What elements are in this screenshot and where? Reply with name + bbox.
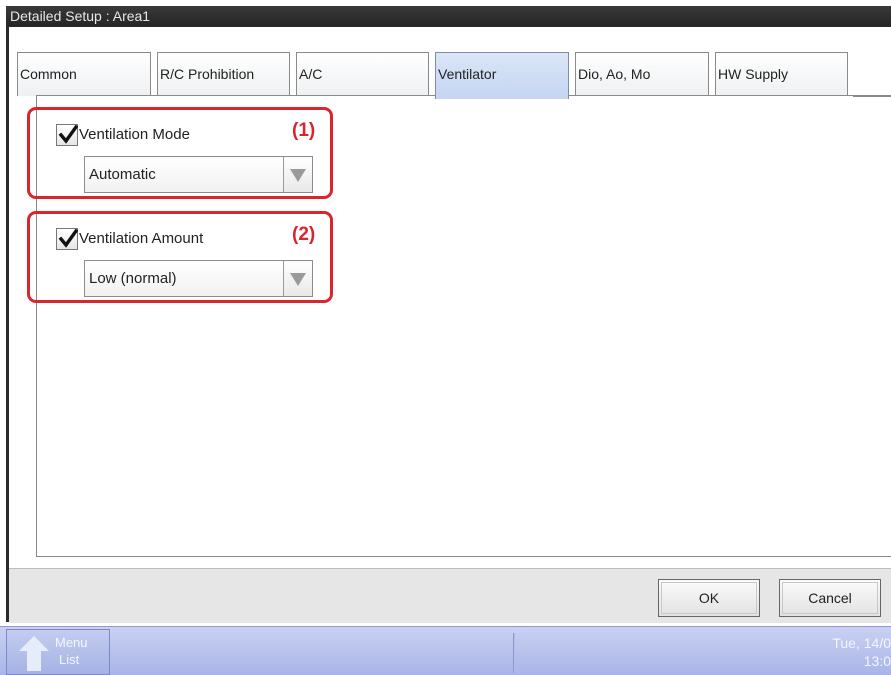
tab-label: A/C [299, 66, 323, 82]
ventilation-amount-select[interactable]: Low (normal) [84, 260, 313, 297]
menu-label-2: List [59, 652, 80, 667]
tab-label: Dio, Ao, Mo [578, 66, 651, 82]
menu-list-button[interactable]: Menu List [6, 629, 110, 675]
ventilation-mode-checkbox[interactable] [56, 124, 78, 146]
tab-common[interactable]: Common [17, 52, 151, 96]
ventilation-amount-value: Low (normal) [89, 270, 177, 287]
dropdown-arrow-icon [290, 169, 306, 182]
up-arrow-icon-stem [27, 651, 41, 671]
ventilation-mode-value: Automatic [89, 166, 156, 183]
tab-label: HW Supply [718, 66, 789, 82]
tab-label: Ventilator [438, 66, 497, 82]
date-display: Tue, 14/0 [832, 635, 891, 651]
dropdown-button[interactable] [283, 157, 312, 192]
detailed-setup-dialog: Detailed Setup : Area1 Common R/C Prohib… [6, 6, 891, 623]
check-icon [58, 125, 78, 144]
taskbar-divider [513, 633, 515, 673]
dialog-content: Common R/C Prohibition A/C Dio, Ao, Mo H… [9, 27, 891, 623]
ventilation-mode-select[interactable]: Automatic [84, 156, 313, 193]
ventilation-amount-checkbox[interactable] [56, 228, 78, 250]
tab-ac[interactable]: A/C [296, 52, 429, 96]
tab-rc-prohibition[interactable]: R/C Prohibition [157, 52, 290, 96]
callout-marker-2: (2) [292, 224, 316, 245]
tab-dio-ao-mo[interactable]: Dio, Ao, Mo [575, 52, 709, 96]
menu-label: Menu [55, 635, 88, 650]
callout-marker-1: (1) [292, 120, 316, 141]
tab-label: Common [20, 66, 77, 82]
tab-ventilator[interactable]: Ventilator [435, 52, 569, 99]
ok-button[interactable]: OK [658, 579, 760, 617]
check-icon [58, 229, 78, 248]
up-arrow-icon [19, 636, 49, 651]
tab-hw-supply[interactable]: HW Supply [715, 52, 848, 96]
cancel-button[interactable]: Cancel [779, 579, 881, 617]
taskbar: Menu List Tue, 14/0 13:0 [0, 626, 891, 675]
ventilation-amount-label: Ventilation Amount [79, 230, 204, 247]
dropdown-button[interactable] [283, 261, 312, 296]
window-title: Detailed Setup : Area1 [6, 6, 891, 26]
time-display: 13:0 [863, 653, 891, 669]
tab-label: R/C Prohibition [160, 66, 255, 82]
ventilation-mode-label: Ventilation Mode [79, 126, 190, 143]
ventilation-mode-group: Ventilation Mode (1) Automatic [27, 107, 333, 199]
dropdown-arrow-icon [290, 273, 306, 286]
ventilation-amount-group: Ventilation Amount (2) Low (normal) [27, 211, 333, 303]
tab-divider [853, 96, 891, 97]
dialog-footer: OK Cancel [9, 568, 891, 623]
